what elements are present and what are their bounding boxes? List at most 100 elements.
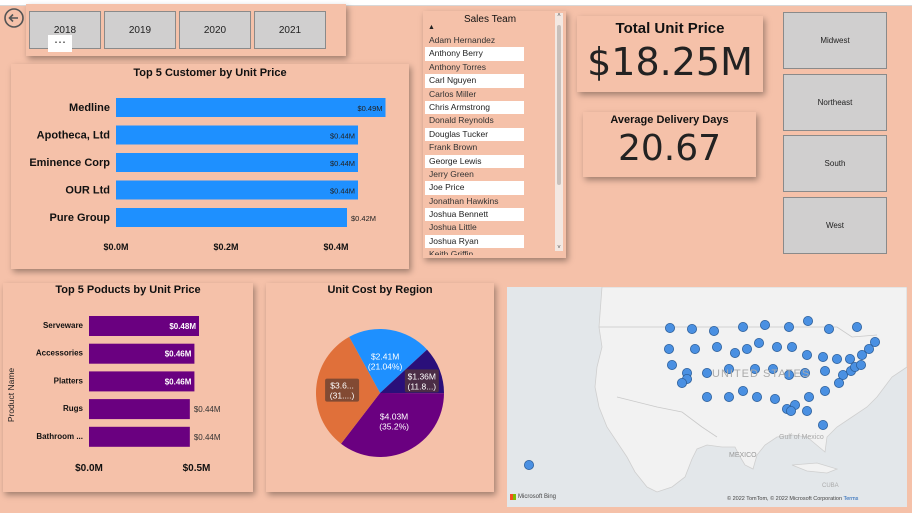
- customer-x-tick: $0.4M: [323, 242, 348, 252]
- terms-link[interactable]: Terms: [843, 496, 858, 502]
- sales-team-item[interactable]: Joshua Bennett: [425, 208, 524, 222]
- map-point-marker[interactable]: [802, 315, 813, 326]
- map-point-marker[interactable]: [737, 386, 748, 397]
- map-point-marker[interactable]: [769, 394, 780, 405]
- bing-logo: Microsoft Bing: [510, 494, 556, 500]
- map-point-marker[interactable]: [786, 342, 797, 353]
- region-button-northeast[interactable]: Northeast: [783, 74, 887, 131]
- map-point-marker[interactable]: [729, 348, 740, 359]
- map-point-marker[interactable]: [737, 322, 748, 333]
- map-country-label: UNITED STATES: [712, 368, 810, 380]
- customer-label: Pure Group: [49, 212, 110, 224]
- map-point-marker[interactable]: [708, 326, 719, 337]
- map-point-marker[interactable]: [741, 344, 752, 355]
- map-point-marker[interactable]: [785, 406, 796, 417]
- sales-team-item[interactable]: Jonathan Hawkins: [425, 194, 524, 209]
- map-point-marker[interactable]: [701, 368, 712, 379]
- customer-bar[interactable]: [116, 153, 358, 172]
- map-point-marker[interactable]: [801, 350, 812, 361]
- product-label: Serveware: [43, 321, 84, 330]
- map-copyright: © 2022 TomTom, © 2022 Microsoft Corporat…: [727, 496, 858, 502]
- sales-team-item[interactable]: Carl Nguyen: [425, 74, 524, 88]
- sales-team-item[interactable]: Joshua Little: [425, 221, 524, 235]
- map-point-marker[interactable]: [844, 354, 855, 365]
- sales-team-item[interactable]: Chris Armstrong: [425, 100, 524, 115]
- map-point-marker[interactable]: [676, 378, 687, 389]
- year-button-2019[interactable]: 2019: [104, 11, 176, 49]
- product-value-label: $0.46M: [165, 377, 192, 386]
- sales-team-item[interactable]: Frank Brown: [425, 141, 524, 155]
- map-point-marker[interactable]: [817, 352, 828, 363]
- region-button-midwest[interactable]: Midwest: [783, 12, 887, 69]
- scroll-thumb[interactable]: [557, 25, 561, 185]
- customer-value-label: $0.44M: [330, 132, 355, 141]
- map-point-marker[interactable]: [783, 322, 794, 333]
- map-point-marker[interactable]: [803, 392, 814, 403]
- map-point-marker[interactable]: [523, 459, 534, 470]
- customer-bar[interactable]: [116, 208, 347, 227]
- product-value-label: $0.44M: [194, 433, 221, 442]
- sales-team-list[interactable]: Adam Hernandez Anthony Berry Anthony Torre…: [425, 34, 524, 255]
- scroll-down-icon[interactable]: ˅: [555, 245, 563, 251]
- map-point-marker[interactable]: [664, 323, 675, 334]
- back-arrow-icon: [4, 8, 24, 28]
- customer-bar[interactable]: [116, 125, 358, 145]
- map-point-marker[interactable]: [851, 322, 862, 333]
- map-point-marker[interactable]: [701, 392, 712, 403]
- map-point-marker[interactable]: [823, 324, 834, 335]
- sales-team-item[interactable]: Anthony Berry: [425, 47, 524, 61]
- map-point-marker[interactable]: [831, 354, 842, 365]
- map-visual[interactable]: UNITED STATES MEXICO Gulf of Mexico CUBA…: [507, 287, 907, 507]
- sales-team-item[interactable]: Anthony Torres: [425, 60, 524, 75]
- region-button-south[interactable]: South: [783, 135, 887, 192]
- sales-team-item[interactable]: Carlos Miller: [425, 87, 524, 101]
- total-unit-price-value: $18.25M: [587, 40, 753, 84]
- map-point-marker[interactable]: [686, 324, 697, 335]
- product-value-label: $0.46M: [165, 350, 192, 359]
- pie-pct-label: (21.04%): [368, 361, 403, 371]
- map-point-marker[interactable]: [817, 419, 828, 430]
- map-point-marker[interactable]: [819, 366, 830, 377]
- customer-label: OUR Ltd: [65, 185, 110, 197]
- more-options-button[interactable]: ⋯: [48, 35, 72, 52]
- map-point-marker[interactable]: [666, 360, 677, 371]
- customer-label: Apotheca, Ltd: [37, 130, 110, 142]
- map-point-marker[interactable]: [855, 360, 866, 371]
- sales-team-item[interactable]: George Lewis: [425, 154, 524, 168]
- product-value-label: $0.48M: [169, 322, 196, 331]
- back-button[interactable]: [3, 7, 25, 29]
- map-point-marker[interactable]: [751, 392, 762, 403]
- map-point-marker[interactable]: [759, 320, 770, 331]
- map-point-marker[interactable]: [856, 350, 867, 361]
- sales-team-item[interactable]: Donald Reynolds: [425, 114, 524, 128]
- map-point-marker[interactable]: [771, 342, 782, 353]
- product-bar[interactable]: [89, 426, 190, 447]
- sales-team-item[interactable]: Joe Price: [425, 181, 524, 195]
- sales-team-scrollbar[interactable]: ˄ ˅: [555, 13, 563, 251]
- map-point-marker[interactable]: [801, 406, 812, 417]
- map-point-marker[interactable]: [663, 344, 674, 355]
- unit-cost-region-chart: $2.41M(21.04%) $1.36M(11.8...) $4.03M(35.2…: [316, 329, 444, 457]
- avg-delivery-value: 20.67: [617, 128, 722, 169]
- sales-team-item[interactable]: Adam Hernandez: [425, 34, 524, 48]
- map-point-marker[interactable]: [689, 344, 700, 355]
- map-point-marker[interactable]: [711, 342, 722, 353]
- region-button-west[interactable]: West: [783, 197, 887, 254]
- customer-value-label: $0.44M: [330, 187, 355, 196]
- total-unit-price-title: Total Unit Price: [615, 20, 725, 37]
- customer-bar[interactable]: [116, 180, 358, 200]
- product-bar[interactable]: [89, 399, 190, 420]
- top-products-chart: Serveware $0.48M Accessories $0.46M Platters…: [6, 316, 221, 474]
- map-point-marker[interactable]: [753, 338, 764, 349]
- map-point-marker[interactable]: [833, 378, 844, 389]
- year-button-2021[interactable]: 2021: [254, 11, 326, 49]
- sales-team-item[interactable]: Douglas Tucker: [425, 127, 524, 142]
- map-point-marker[interactable]: [723, 392, 734, 403]
- sales-team-item[interactable]: Joshua Ryan: [425, 234, 524, 249]
- scroll-up-icon[interactable]: ˄: [555, 13, 563, 19]
- sales-team-item[interactable]: Keith Griffin: [425, 248, 524, 255]
- customer-bar[interactable]: [116, 98, 386, 117]
- map-point-marker[interactable]: [819, 386, 830, 397]
- sales-team-item[interactable]: Jerry Green: [425, 167, 524, 182]
- year-button-2020[interactable]: 2020: [179, 11, 251, 49]
